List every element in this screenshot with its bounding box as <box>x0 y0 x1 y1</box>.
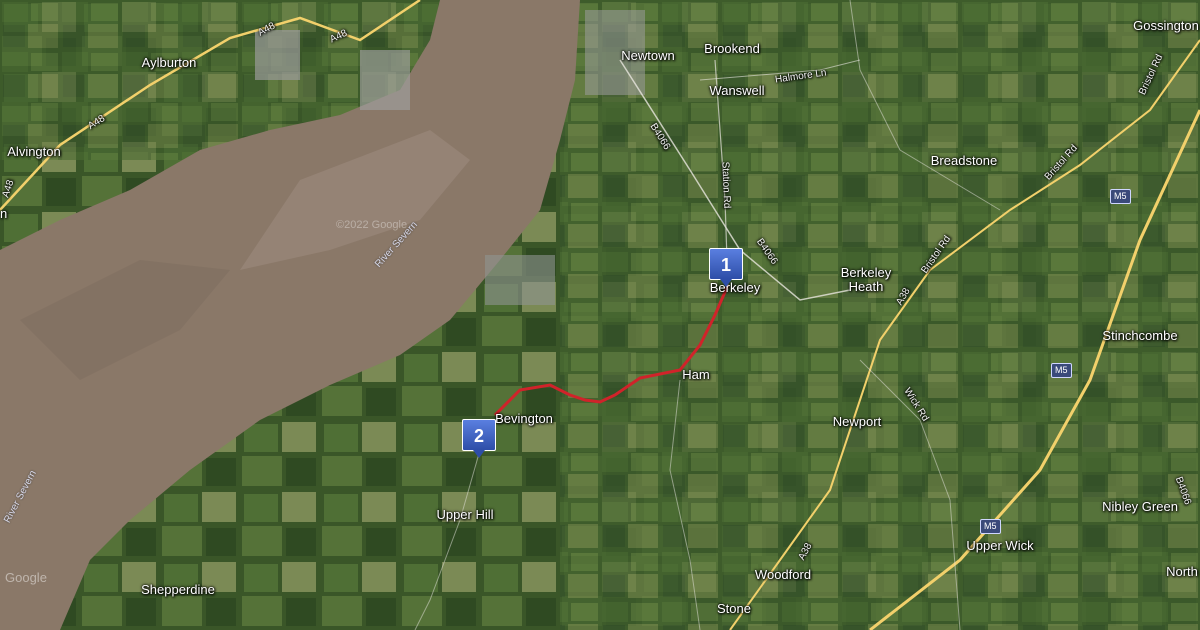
route-marker-1[interactable]: 1 <box>709 248 743 287</box>
place-label-north: North <box>1166 564 1198 579</box>
place-label-aylburton: Aylburton <box>141 55 197 70</box>
marker-label: 2 <box>462 419 496 451</box>
road-label-station-rd: Station Rd <box>719 161 733 209</box>
place-label-newtown: Newtown <box>621 48 675 63</box>
place-label-newport: Newport <box>832 414 882 429</box>
road-shield-m5: M5 <box>1051 363 1072 378</box>
place-label-woodford: Woodford <box>754 567 812 582</box>
place-label-shepperdine: Shepperdine <box>141 582 215 597</box>
road-shield-m5: M5 <box>980 519 1001 534</box>
place-label-upper-hill: Upper Hill <box>436 507 494 522</box>
place-label-gossington: Gossington <box>1133 18 1199 33</box>
place-label-ham: Ham <box>682 367 710 382</box>
map-canvas[interactable]: River Severn River Severn ©2022 Google G… <box>0 0 1200 630</box>
place-label-stinchcombe: Stinchcombe <box>1102 328 1178 343</box>
place-label-berkeley: Berkeley <box>709 280 761 295</box>
watermark-copyright: ©2022 Google <box>336 219 408 231</box>
place-label-nibley-green: Nibley Green <box>1102 499 1178 514</box>
google-logo: Google <box>5 570 47 585</box>
place-label-brookend: Brookend <box>704 41 760 56</box>
place-label-wanswell: Wanswell <box>709 83 765 98</box>
place-label-alvington: Alvington <box>7 144 61 159</box>
marker-pointer <box>473 450 485 458</box>
place-label-berkeley-heath: Berkeley Heath <box>840 265 892 294</box>
place-label-edge: n <box>0 206 8 221</box>
road-shield-m5: M5 <box>1110 189 1131 204</box>
place-label-upper-wick: Upper Wick <box>966 538 1034 553</box>
place-label-stone: Stone <box>717 601 751 616</box>
route-marker-2[interactable]: 2 <box>462 419 496 458</box>
place-label-breadstone: Breadstone <box>930 153 998 168</box>
place-label-bevington: Bevington <box>495 411 553 426</box>
satellite-imagery <box>0 0 1200 630</box>
marker-pointer <box>720 279 732 287</box>
marker-label: 1 <box>709 248 743 280</box>
